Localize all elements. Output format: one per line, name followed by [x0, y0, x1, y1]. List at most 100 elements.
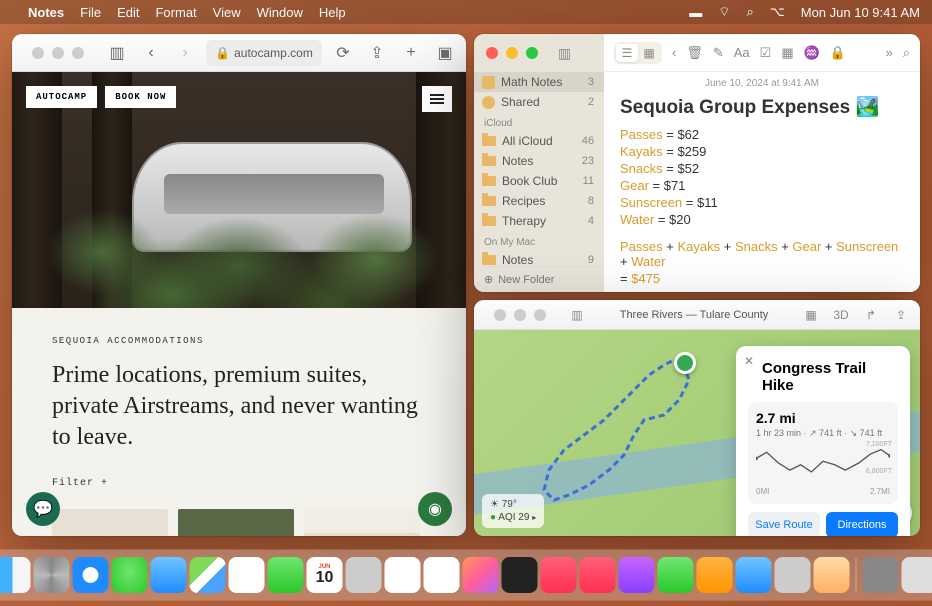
more-icon[interactable]: »	[885, 45, 892, 60]
menu-edit[interactable]: Edit	[117, 5, 139, 20]
sidebar-item[interactable]: Recipes8	[474, 191, 604, 211]
dock-iphone-mirror-icon[interactable]	[814, 557, 850, 593]
dock-photos-icon[interactable]	[229, 557, 265, 593]
window-controls[interactable]	[20, 47, 96, 59]
window-controls[interactable]	[474, 47, 550, 59]
dock-safari-icon[interactable]	[73, 557, 109, 593]
sidebar-toggle-icon[interactable]: ▥	[558, 45, 571, 62]
dock-settings-icon[interactable]	[775, 557, 811, 593]
dock-trash-icon[interactable]	[902, 557, 932, 593]
note-title: Sequoia Group Expenses 🏞️	[620, 95, 904, 119]
lock-icon[interactable]: 🔒	[830, 45, 846, 61]
sidebar-icon[interactable]: ▥	[566, 308, 588, 322]
dock-freeform-icon[interactable]	[463, 557, 499, 593]
thumb-image[interactable]	[304, 509, 420, 536]
dock-news-icon[interactable]	[580, 557, 616, 593]
trash-icon[interactable]: 🗑	[686, 45, 703, 61]
compose-icon[interactable]: ✎	[713, 45, 724, 61]
address-bar[interactable]: 🔒 autocamp.com	[206, 40, 322, 66]
dock-maps-icon[interactable]	[190, 557, 226, 593]
maps-toolbar: ▥ Three Rivers — Tulare County ▦ 3D ↱ ⇪	[474, 300, 920, 330]
route-distance: 2.7 mi	[756, 410, 890, 426]
trailhead-pin[interactable]	[674, 352, 696, 374]
map-share-icon[interactable]: ⇪	[890, 308, 912, 322]
menu-window[interactable]: Window	[257, 5, 303, 20]
new-folder-button[interactable]: ⊕New Folder	[474, 266, 604, 292]
thumb-image[interactable]	[178, 509, 294, 536]
control-center-icon[interactable]: ⌥	[770, 4, 785, 20]
maps-window: ▥ Three Rivers — Tulare County ▦ 3D ↱ ⇪ …	[474, 300, 920, 536]
map-route-icon[interactable]: ↱	[860, 308, 882, 322]
map-location-crumb[interactable]: Three Rivers — Tulare County	[596, 309, 792, 321]
media-icon[interactable]: ♒	[804, 45, 820, 61]
hamburger-menu-button[interactable]	[422, 86, 452, 112]
sidebar-item[interactable]: Notes23	[474, 151, 604, 171]
dock-appstore-icon[interactable]	[736, 557, 772, 593]
dock-pages-icon[interactable]	[697, 557, 733, 593]
back-icon[interactable]: ‹	[672, 45, 676, 60]
view-toggle[interactable]: ☰▦	[614, 42, 662, 64]
sidebar-item[interactable]: Therapy4	[474, 211, 604, 231]
logo-badge[interactable]: AUTOCAMP	[26, 86, 97, 108]
map-canvas[interactable]: ☀ 79° ● AQI 29 ▸ − + N ✕ Congress Trail …	[474, 330, 920, 536]
dock-downloads-icon[interactable]	[863, 557, 899, 593]
sidebar-item[interactable]: All iCloud46	[474, 131, 604, 151]
save-route-button[interactable]: Save Route	[748, 512, 820, 536]
forward-button[interactable]: ›	[172, 42, 198, 64]
safari-window: ▥ ‹ › 🔒 autocamp.com ⟳ ⇪ + ▣ AUTOCAMP BO…	[12, 34, 466, 536]
dock-messages-icon[interactable]	[112, 557, 148, 593]
dock-numbers-icon[interactable]	[658, 557, 694, 593]
sidebar-item-shared[interactable]: Shared 2	[474, 92, 604, 112]
battery-icon[interactable]: ▬	[689, 5, 702, 20]
spotlight-icon[interactable]: ⌕	[746, 4, 753, 20]
filter-link[interactable]: Filter +	[52, 478, 426, 489]
format-icon[interactable]: Aa	[734, 45, 750, 60]
dock-launchpad-icon[interactable]	[34, 557, 70, 593]
menu-help[interactable]: Help	[319, 5, 346, 20]
dock-facetime-icon[interactable]	[268, 557, 304, 593]
folder-icon	[482, 216, 496, 226]
menu-format[interactable]: Format	[155, 5, 196, 20]
close-card-button[interactable]: ✕	[744, 354, 754, 368]
reload-button[interactable]: ⟳	[330, 42, 356, 64]
sidebar-toggle-icon[interactable]: ▥	[104, 42, 130, 64]
sidebar-item-math-notes[interactable]: Math Notes 3	[474, 72, 604, 92]
clock[interactable]: Mon Jun 10 9:41 AM	[801, 5, 920, 20]
thumb-image[interactable]	[52, 509, 168, 536]
elevation-chart: 7,100FT 6,800FT	[756, 443, 890, 483]
dock-finder-icon[interactable]	[0, 557, 31, 593]
sidebar-item[interactable]: Book Club11	[474, 171, 604, 191]
map-mode-icon[interactable]: ▦	[800, 308, 822, 322]
map-3d-icon[interactable]: 3D	[830, 308, 852, 322]
back-button[interactable]: ‹	[138, 42, 164, 64]
chat-button[interactable]: 💬	[26, 492, 60, 526]
new-tab-button[interactable]: +	[398, 42, 424, 64]
directions-button[interactable]: Directions	[826, 512, 898, 536]
tabs-button[interactable]: ▣	[432, 42, 458, 64]
menu-view[interactable]: View	[213, 5, 241, 20]
dock-reminders-icon[interactable]	[385, 557, 421, 593]
dock-podcasts-icon[interactable]	[619, 557, 655, 593]
window-controls[interactable]	[482, 309, 558, 321]
weather-widget[interactable]: ☀ 79° ● AQI 29 ▸	[482, 494, 544, 528]
menu-file[interactable]: File	[80, 5, 101, 20]
dock-music-icon[interactable]	[541, 557, 577, 593]
accessibility-button[interactable]: ◉	[418, 492, 452, 526]
folder-icon	[482, 176, 496, 186]
share-button[interactable]: ⇪	[364, 42, 390, 64]
dock-mail-icon[interactable]	[151, 557, 187, 593]
wifi-icon[interactable]: ⌔	[718, 4, 730, 20]
checklist-icon[interactable]: ☑	[760, 45, 772, 61]
search-icon[interactable]: ⌕	[903, 45, 910, 61]
route-title: Congress Trail Hike	[762, 360, 898, 394]
dock-calendar-icon[interactable]: JUN10	[307, 557, 343, 593]
note-editor[interactable]: June 10, 2024 at 9:41 AM Sequoia Group E…	[604, 34, 920, 292]
table-icon[interactable]: ▦	[781, 45, 793, 61]
book-now-button[interactable]: BOOK NOW	[105, 86, 176, 108]
notes-toolbar: ☰▦ ‹ 🗑 ✎ Aa ☑ ▦ ♒ 🔒 » ⌕	[604, 34, 920, 72]
dock-contacts-icon[interactable]	[346, 557, 382, 593]
dock-notes-icon[interactable]	[424, 557, 460, 593]
app-menu[interactable]: Notes	[28, 5, 64, 20]
dock-tv-icon[interactable]	[502, 557, 538, 593]
sidebar-header-icloud: iCloud	[474, 112, 604, 131]
